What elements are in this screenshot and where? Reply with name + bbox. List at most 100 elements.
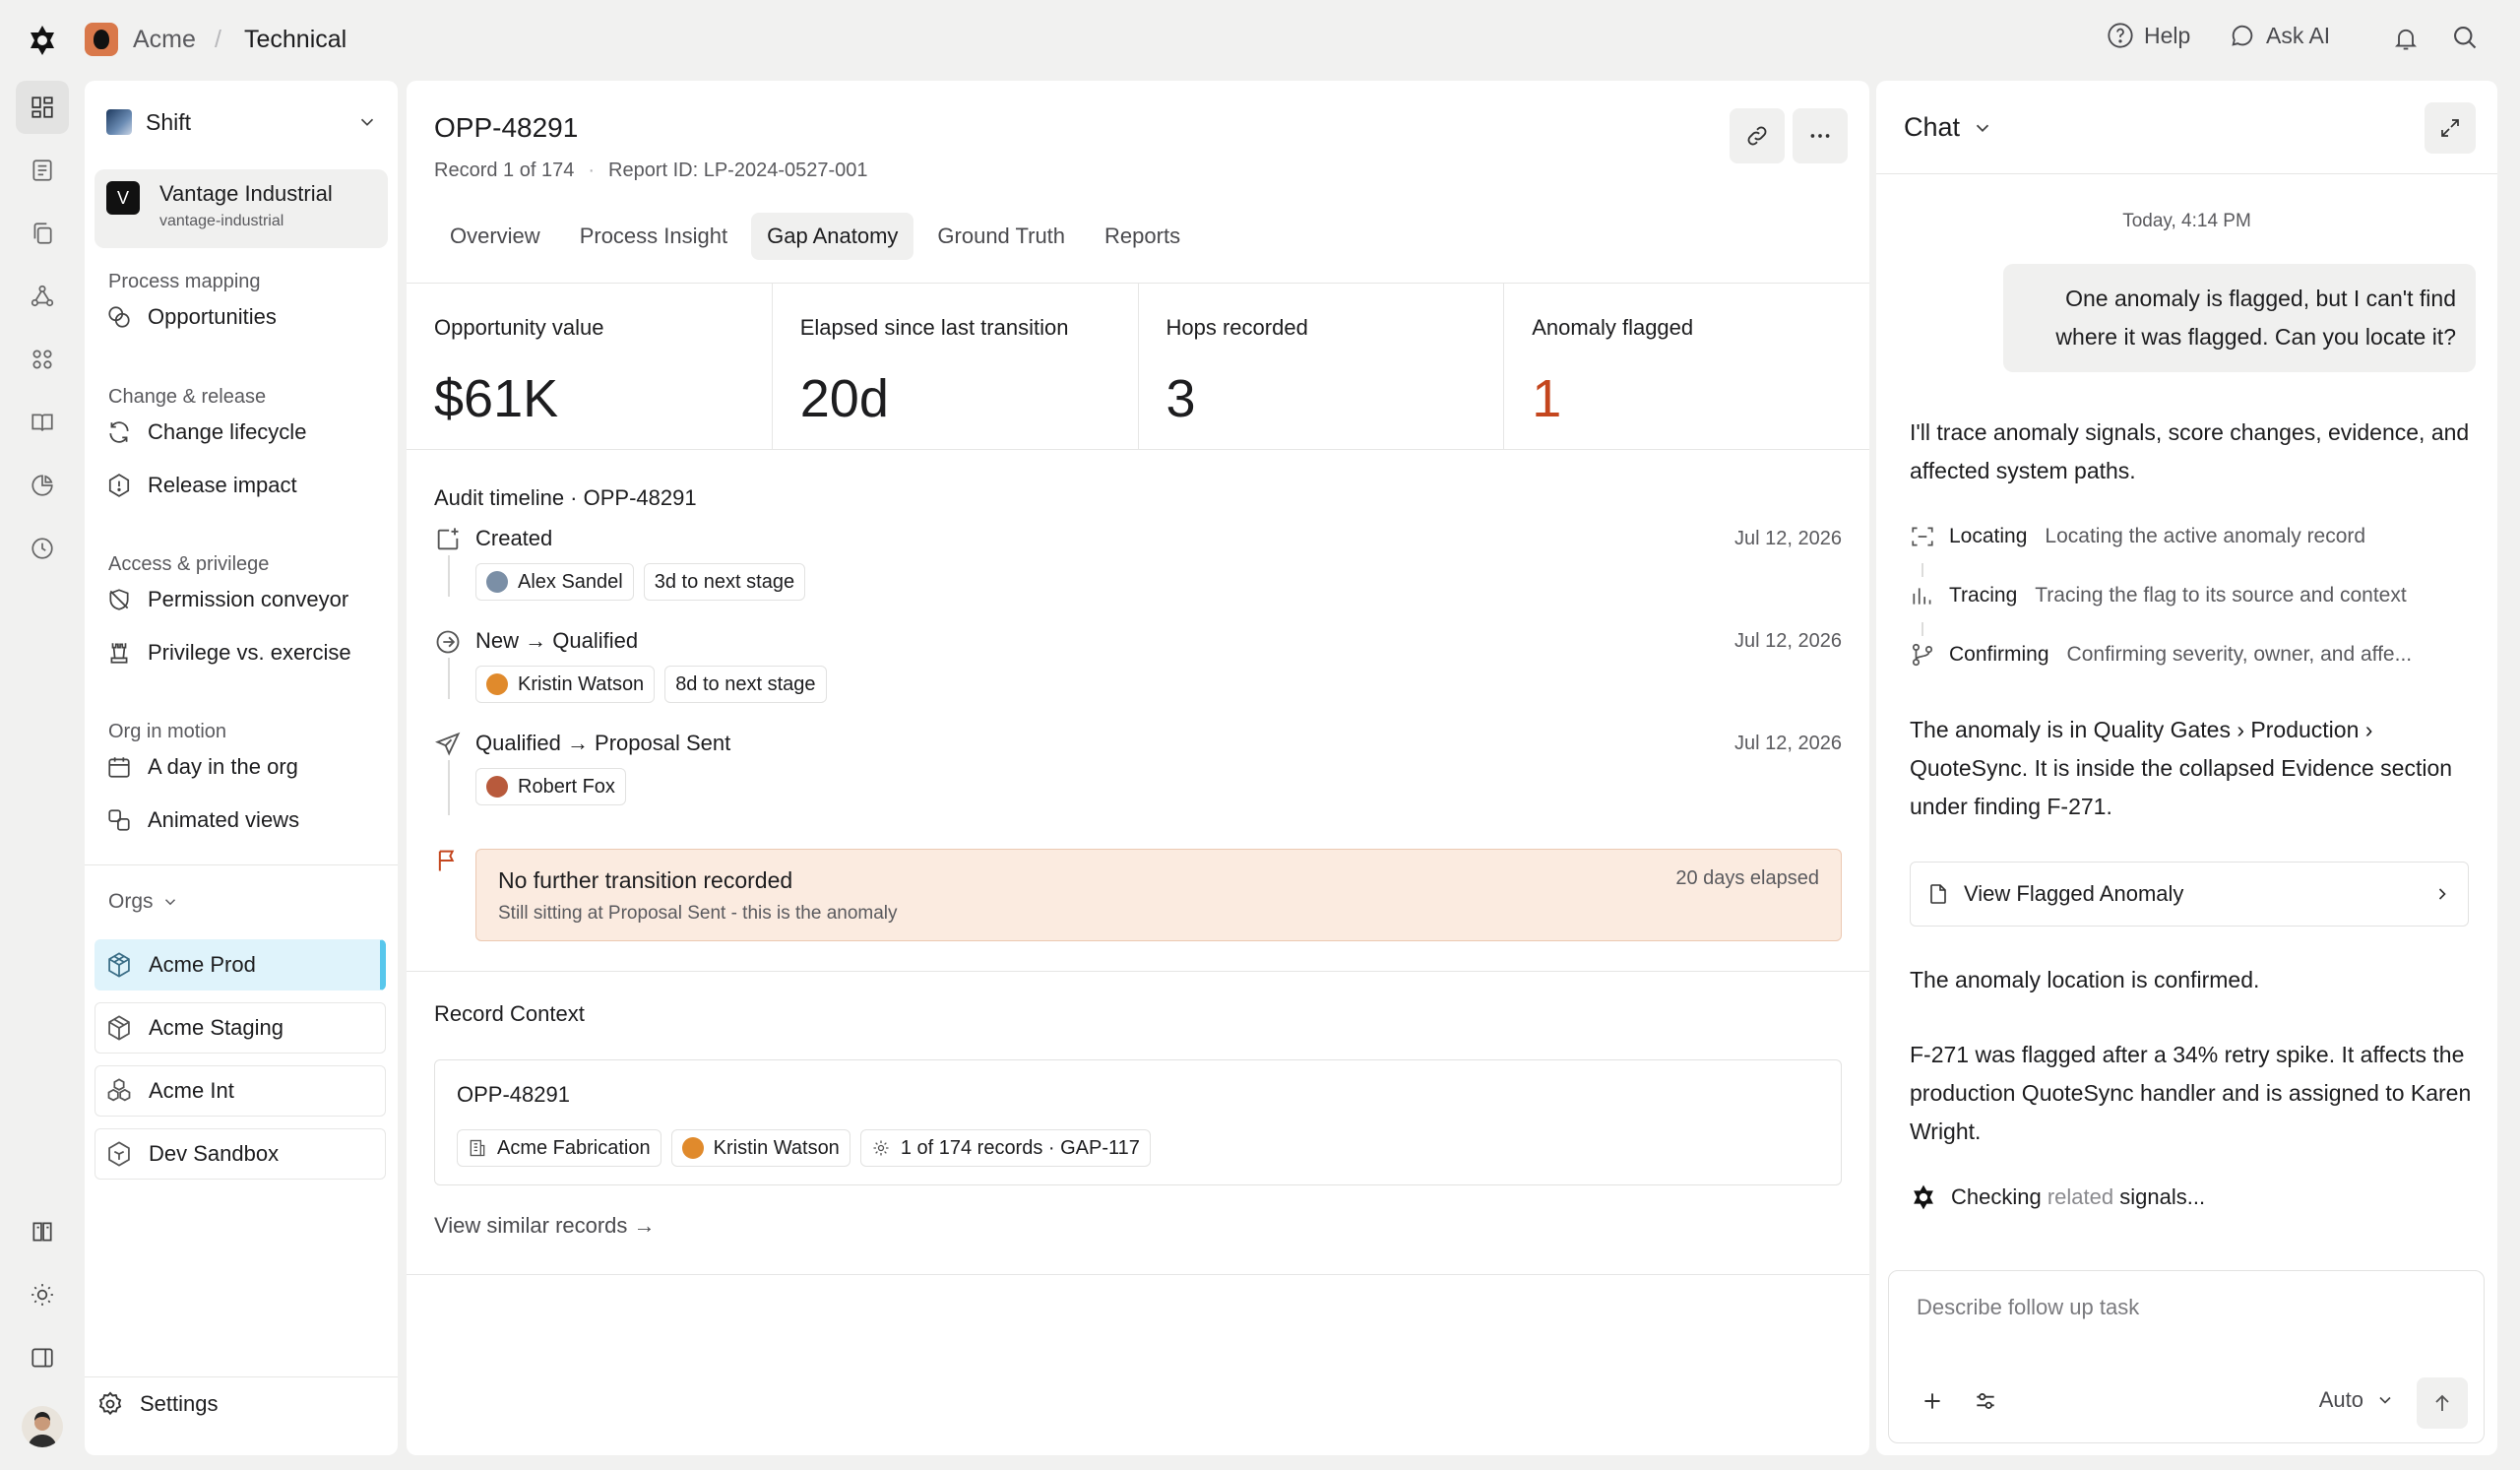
metric-label: Opportunity value <box>434 315 604 340</box>
record-context-title: Record Context <box>434 1001 585 1026</box>
user-avatar[interactable] <box>22 1406 63 1447</box>
rail-reports-button[interactable] <box>16 459 69 512</box>
org-item-acme-staging[interactable]: Acme Staging <box>94 1002 386 1054</box>
rail-docs-button[interactable] <box>16 1205 69 1258</box>
calendar-icon <box>106 754 132 780</box>
tenant-name: Vantage Industrial <box>159 181 333 206</box>
tab-overview[interactable]: Overview <box>434 213 556 260</box>
step-tracing: Tracing Tracing the flag to its source a… <box>1910 583 2407 608</box>
nav-label: Permission conveyor <box>148 587 349 611</box>
nav-change-lifecycle[interactable]: Change lifecycle <box>106 419 306 445</box>
avatar <box>486 571 508 593</box>
metric-value: 1 <box>1532 369 1562 428</box>
rail-panel-toggle-button[interactable] <box>16 1331 69 1384</box>
metric-label: Elapsed since last transition <box>799 315 1069 340</box>
tab-reports[interactable]: Reports <box>1089 213 1196 260</box>
help-label: Help <box>2144 22 2191 48</box>
org-item-acme-prod[interactable]: Acme Prod <box>94 939 386 991</box>
rail-history-button[interactable] <box>16 522 69 575</box>
tab-ground-truth[interactable]: Ground Truth <box>921 213 1081 260</box>
sidebar-divider <box>85 864 398 865</box>
search-icon[interactable] <box>2451 24 2479 51</box>
shield-off-icon <box>106 587 132 612</box>
nav-opportunities[interactable]: Opportunities <box>106 304 277 330</box>
owner-tag[interactable]: Kristin Watson <box>670 1129 850 1167</box>
send-icon <box>434 731 462 758</box>
report-id: Report ID: LP-2024-0527-001 <box>608 160 868 181</box>
rail-apps-button[interactable] <box>16 333 69 386</box>
nav-release-impact[interactable]: Release impact <box>106 473 297 498</box>
metric-value: 20d <box>799 369 889 428</box>
anomaly-callout[interactable]: No further transition recorded Still sit… <box>475 849 1842 941</box>
settings-label: Settings <box>140 1391 219 1416</box>
step-name: Locating <box>1949 525 2028 547</box>
settings-sliders-button[interactable] <box>1966 1381 2005 1421</box>
org-item-acme-int[interactable]: Acme Int <box>94 1065 386 1117</box>
chat-divider <box>1876 173 2497 174</box>
sandbox-icon <box>105 1140 133 1168</box>
rail-documents-button[interactable] <box>16 144 69 197</box>
model-selector[interactable]: Auto <box>2319 1387 2395 1413</box>
records-tag[interactable]: 1 of 174 records · GAP-117 <box>859 1129 1151 1167</box>
breadcrumb-org[interactable]: Acme <box>133 26 196 54</box>
nav-a-day-in-the-org[interactable]: A day in the org <box>106 754 298 780</box>
anomaly-elapsed: 20 days elapsed <box>1675 867 1819 889</box>
timeline-connector <box>448 555 450 597</box>
person-tag[interactable]: Alex Sandel <box>475 563 634 601</box>
expand-chat-button[interactable] <box>2425 102 2476 154</box>
workspace-switcher[interactable]: Shift <box>106 102 378 142</box>
chat-composer: Auto <box>1888 1270 2485 1443</box>
flag-card-label: View Flagged Anomaly <box>1964 881 2184 906</box>
org-label: Acme Prod <box>149 952 256 977</box>
help-button[interactable]: Help <box>2107 22 2190 49</box>
chat-panel: Chat Today, 4:14 PM One anomaly is flagg… <box>1876 81 2497 1455</box>
nav-privilege-vs-exercise[interactable]: Privilege vs. exercise <box>106 640 351 666</box>
chat-timestamp: Today, 4:14 PM <box>2122 211 2251 231</box>
expand-icon <box>2438 116 2462 140</box>
add-attachment-button[interactable] <box>1913 1381 1952 1421</box>
record-subtitle: Record 1 of 174 · Report ID: LP-2024-052… <box>434 160 868 182</box>
step-locating: Locating Locating the active anomaly rec… <box>1910 524 2365 549</box>
nav-animated-views[interactable]: Animated views <box>106 807 299 833</box>
rail-graph-button[interactable] <box>16 270 69 323</box>
tab-process-insight[interactable]: Process Insight <box>564 213 743 260</box>
view-flagged-anomaly-card[interactable]: View Flagged Anomaly <box>1910 862 2469 927</box>
rail-theme-button[interactable] <box>16 1268 69 1321</box>
org-avatar[interactable] <box>85 23 118 56</box>
section-divider <box>407 1274 1869 1275</box>
view-similar-records-link[interactable]: View similar records → <box>434 1213 656 1239</box>
rail-copy-button[interactable] <box>16 207 69 260</box>
thinking-text-c: signals... <box>2113 1184 2206 1209</box>
step-name: Tracing <box>1949 584 2018 607</box>
timeline-event-title: Created <box>475 526 553 550</box>
file-icon <box>1926 882 1950 906</box>
org-item-dev-sandbox[interactable]: Dev Sandbox <box>94 1128 386 1180</box>
nav-permission-conveyor[interactable]: Permission conveyor <box>106 587 348 612</box>
breadcrumb-page[interactable]: Technical <box>244 26 346 54</box>
follow-up-input[interactable] <box>1917 1295 2448 1320</box>
send-button[interactable] <box>2417 1377 2468 1429</box>
timeline-event-date: Jul 12, 2026 <box>1734 630 1842 652</box>
tenant-card[interactable]: V Vantage Industrial vantage-industrial <box>94 169 388 248</box>
settings-button[interactable]: Settings <box>96 1390 219 1418</box>
step-connector <box>1922 622 1923 636</box>
clock-icon <box>30 536 55 561</box>
sun-icon <box>30 1282 55 1308</box>
records-label: 1 of 174 records · GAP-117 <box>900 1136 1140 1159</box>
tab-gap-anatomy[interactable]: Gap Anatomy <box>751 213 914 260</box>
rail-library-button[interactable] <box>16 396 69 449</box>
app-logo-icon[interactable] <box>26 24 59 57</box>
chat-title-dropdown[interactable]: Chat <box>1904 112 1993 143</box>
ask-ai-button[interactable]: Ask AI <box>2229 22 2330 49</box>
company-tag[interactable]: Acme Fabrication <box>457 1129 662 1167</box>
person-tag[interactable]: Robert Fox <box>475 768 626 805</box>
sidebar-toggle-icon <box>30 1345 55 1371</box>
copy-link-button[interactable] <box>1730 108 1785 163</box>
sidebar-divider <box>85 1376 398 1377</box>
rail-dashboard-button[interactable] <box>16 81 69 134</box>
bell-icon[interactable] <box>2392 24 2420 53</box>
record-context-card[interactable]: OPP-48291 Acme Fabrication Kristin Watso… <box>434 1059 1842 1185</box>
orgs-toggle[interactable]: Orgs <box>108 890 179 914</box>
person-tag[interactable]: Kristin Watson <box>475 666 656 703</box>
more-options-button[interactable] <box>1793 108 1848 163</box>
